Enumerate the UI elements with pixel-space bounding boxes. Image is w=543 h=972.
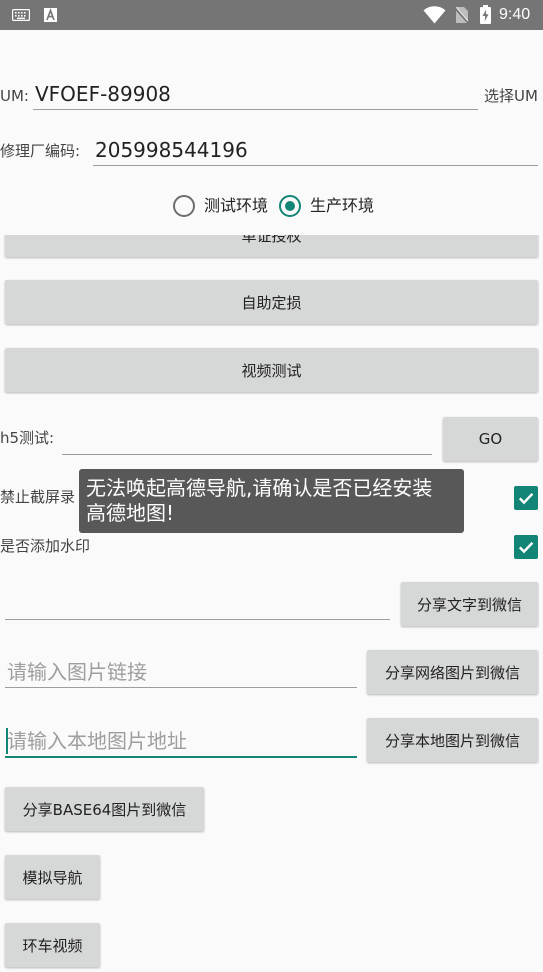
um-input[interactable]: VFOEF-89908 xyxy=(33,78,478,110)
share-net-image-to-wechat-button[interactable]: 分享网络图片到微信 xyxy=(367,650,538,694)
select-um-button[interactable]: 选择UM xyxy=(484,86,538,106)
wifi-icon xyxy=(423,6,446,24)
keyboard-icon xyxy=(12,9,30,21)
h5-test-label: h5测试: xyxy=(0,429,55,447)
car-video-button[interactable]: 环车视频 xyxy=(5,923,100,967)
repair-shop-code-label: 修理厂编码: xyxy=(0,142,81,160)
share-base64-image-to-wechat-button[interactable]: 分享BASE64图片到微信 xyxy=(5,787,204,831)
repair-shop-code-value: 205998544196 xyxy=(95,138,248,162)
self-loss-assessment-button[interactable]: 自助定损 xyxy=(5,280,538,324)
scroll-content[interactable]: 单证授权 自助定损 视频测试 h5测试: GO 禁止截屏录 是否添加水印 分享文… xyxy=(0,235,543,972)
share-text-input[interactable] xyxy=(5,588,390,620)
go-button[interactable]: GO xyxy=(443,417,538,461)
text-cursor xyxy=(6,728,8,754)
radio-circle xyxy=(279,195,301,217)
no-sim-icon xyxy=(455,7,469,24)
watermark-checkbox[interactable] xyxy=(514,535,538,559)
mock-navigation-button[interactable]: 模拟导航 xyxy=(5,855,100,899)
um-label: UM: xyxy=(0,87,29,105)
radio-circle xyxy=(173,195,195,217)
repair-shop-code-input[interactable]: 205998544196 xyxy=(93,134,538,166)
um-value: VFOEF-89908 xyxy=(35,82,171,106)
check-icon xyxy=(518,541,534,554)
h5-url-value xyxy=(62,427,64,451)
radio-production-environment[interactable]: 生产环境 xyxy=(279,194,379,218)
doc-auth-button[interactable]: 单证授权 xyxy=(5,235,538,257)
status-bar: 9:40 xyxy=(0,0,543,30)
radio-label: 测试环境 xyxy=(204,196,269,215)
h5-url-input[interactable] xyxy=(62,423,432,455)
toast-message: 无法唤起高德导航,请确认是否已经安装高德地图! xyxy=(79,469,464,533)
watermark-label: 是否添加水印 xyxy=(0,537,91,555)
share-text-value xyxy=(5,592,7,616)
image-url-placeholder: 请输入图片链接 xyxy=(7,660,147,684)
radio-test-environment[interactable]: 测试环境 xyxy=(173,194,273,218)
local-image-path-placeholder: 请输入本地图片地址 xyxy=(7,729,187,753)
a-icon xyxy=(44,8,57,22)
toast-text: 无法唤起高德导航,请确认是否已经安装高德地图! xyxy=(86,476,433,525)
clock-time: 9:40 xyxy=(499,6,531,23)
share-local-image-to-wechat-button[interactable]: 分享本地图片到微信 xyxy=(367,718,538,762)
check-icon xyxy=(518,492,534,505)
forbid-screenshot-checkbox[interactable] xyxy=(514,486,538,510)
forbid-screenshot-label: 禁止截屏录 xyxy=(0,488,76,506)
image-url-input[interactable]: 请输入图片链接 xyxy=(5,656,357,688)
local-image-path-input[interactable]: 请输入本地图片地址 xyxy=(5,725,357,758)
radio-label: 生产环境 xyxy=(310,196,375,215)
battery-charging-icon xyxy=(480,5,491,24)
video-test-button[interactable]: 视频测试 xyxy=(5,348,538,392)
share-text-to-wechat-button[interactable]: 分享文字到微信 xyxy=(401,582,538,626)
